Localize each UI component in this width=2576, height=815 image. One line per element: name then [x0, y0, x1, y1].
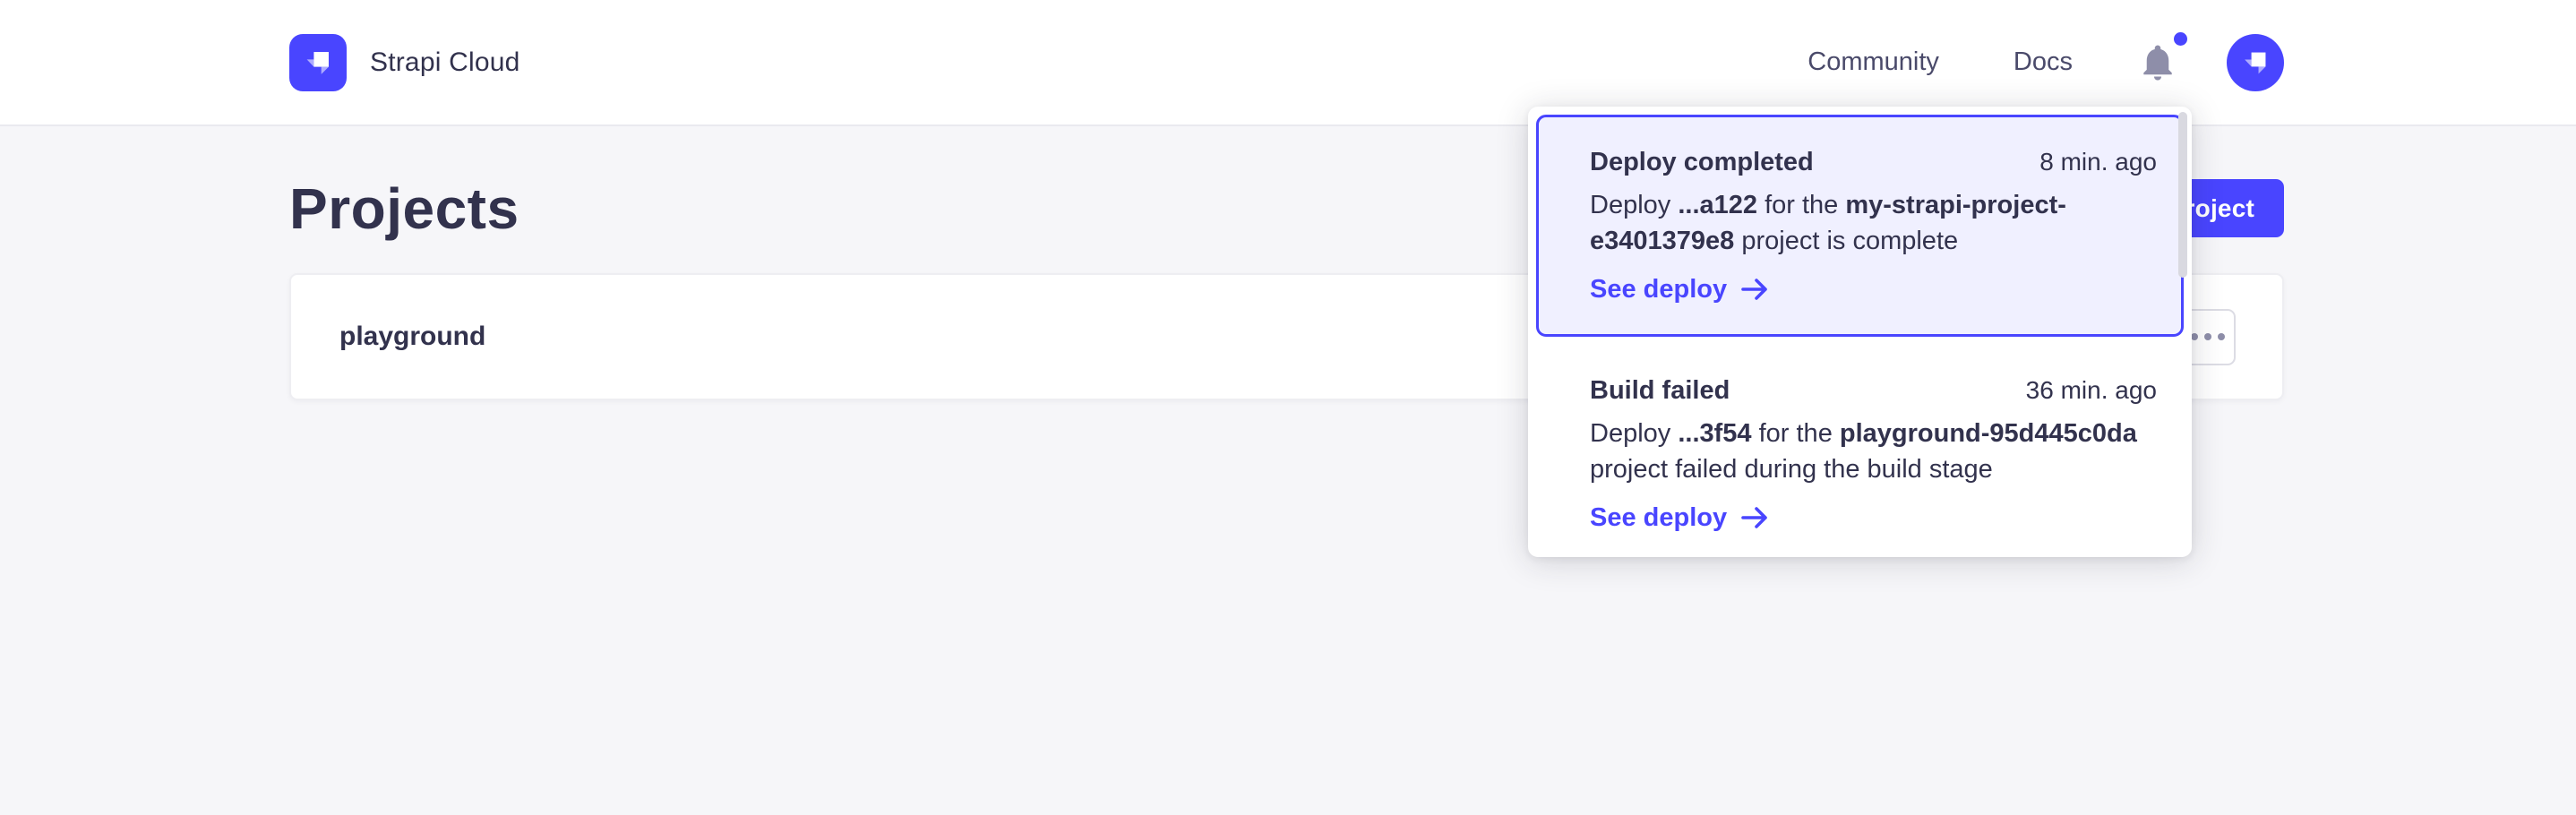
unread-notification-dot: [2174, 32, 2187, 46]
arrow-right-icon: [1741, 277, 1770, 302]
notification-title: Build failed: [1590, 371, 1730, 410]
strapi-logo-icon: [289, 34, 347, 91]
notification-item-build-failed[interactable]: Build failed 36 min. ago Deploy ...3f54 …: [1536, 337, 2184, 548]
ellipsis-icon: [2204, 333, 2211, 340]
notification-body-text: project is complete: [1734, 227, 1958, 255]
dropdown-scrollbar-thumb[interactable]: [2178, 112, 2187, 278]
strapi-avatar-icon: [2236, 43, 2275, 82]
notification-body: Deploy ...3f54 for the playground-95d445…: [1590, 416, 2157, 487]
see-deploy-label: See deploy: [1590, 270, 1727, 309]
header-actions: Community Docs: [1807, 34, 2284, 91]
notifications-button[interactable]: [2137, 39, 2178, 86]
page-title: Projects: [289, 173, 519, 244]
notification-item-deploy-completed[interactable]: Deploy completed 8 min. ago Deploy ...a1…: [1536, 115, 2184, 337]
project-id: playground-95d445c0da: [1840, 419, 2137, 448]
notification-title: Deploy completed: [1590, 142, 1814, 182]
ellipsis-icon: [2218, 333, 2225, 340]
brand-name: Strapi Cloud: [370, 47, 520, 78]
notification-body-text: project failed during the build stage: [1590, 455, 1993, 484]
top-navbar: Strapi Cloud Community Docs: [0, 0, 2576, 126]
see-deploy-link[interactable]: See deploy: [1590, 498, 1770, 537]
nav-link-community[interactable]: Community: [1807, 47, 1939, 77]
notification-body-text: Deploy: [1590, 191, 1678, 219]
notifications-dropdown: Deploy completed 8 min. ago Deploy ...a1…: [1528, 107, 2192, 557]
notification-timestamp: 8 min. ago: [2039, 148, 2157, 176]
nav-link-docs[interactable]: Docs: [2014, 47, 2073, 77]
notification-timestamp: 36 min. ago: [2026, 376, 2157, 405]
notification-header: Build failed 36 min. ago: [1590, 371, 2157, 410]
notification-body-text: for the: [1757, 191, 1845, 219]
brand-link[interactable]: Strapi Cloud: [289, 34, 520, 91]
bell-icon: [2137, 39, 2178, 86]
notification-body-text: for the: [1752, 419, 1840, 448]
notification-header: Deploy completed 8 min. ago: [1590, 142, 2157, 182]
notification-body-text: Deploy: [1590, 419, 1678, 448]
user-avatar[interactable]: [2227, 34, 2284, 91]
arrow-right-icon: [1741, 505, 1770, 530]
notification-body: Deploy ...a122 for the my-strapi-project…: [1590, 187, 2157, 259]
see-deploy-link[interactable]: See deploy: [1590, 270, 1770, 309]
see-deploy-label: See deploy: [1590, 498, 1727, 537]
deploy-id: ...a122: [1678, 191, 1757, 219]
deploy-id: ...3f54: [1678, 419, 1751, 448]
project-name: playground: [339, 322, 485, 352]
